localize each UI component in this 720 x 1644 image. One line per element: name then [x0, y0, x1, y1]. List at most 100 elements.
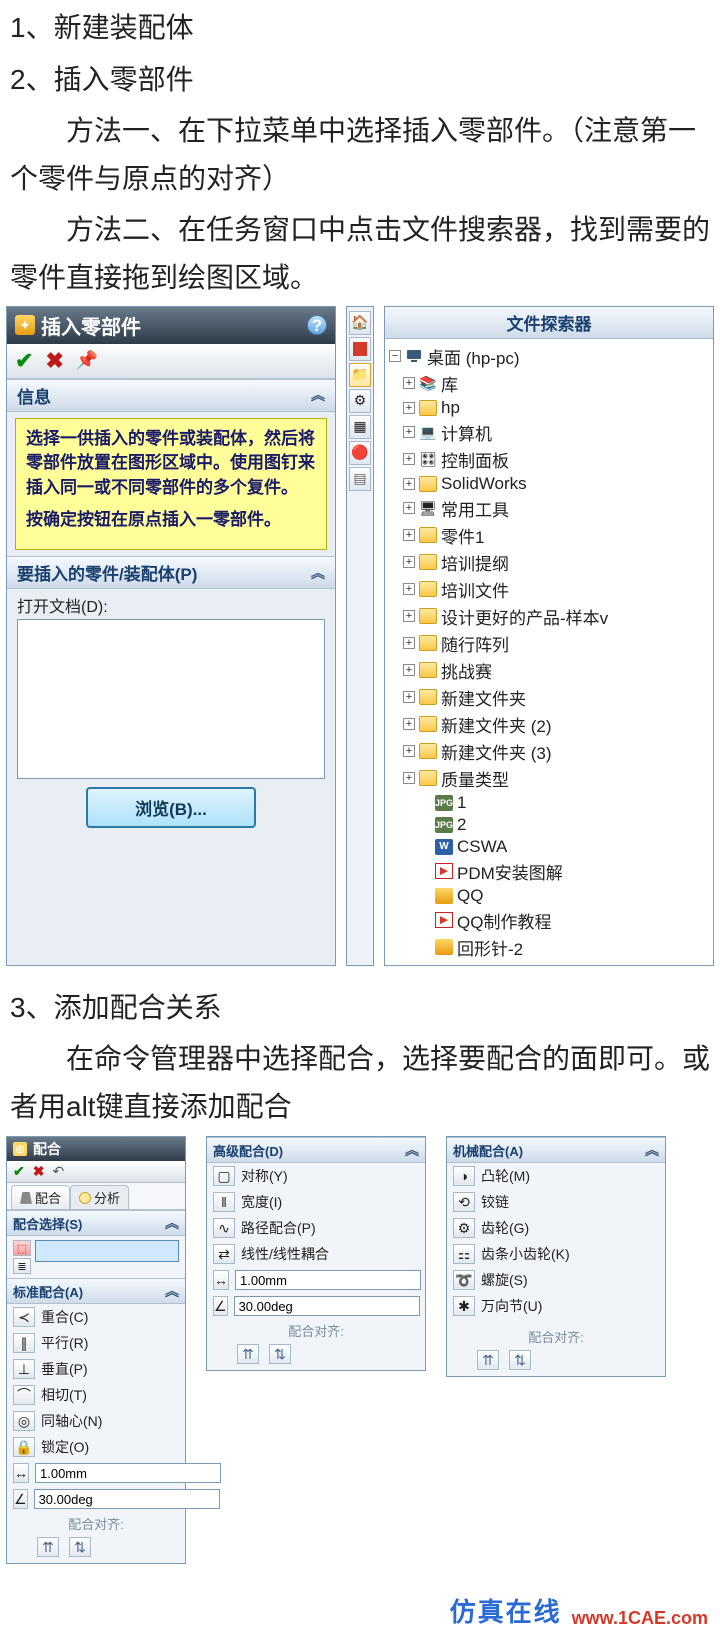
align-opposite-icon[interactable]: ⇅	[269, 1344, 291, 1364]
folder-icon[interactable]: 📁	[349, 363, 371, 387]
expander-icon[interactable]: +	[403, 637, 415, 649]
mate-option[interactable]: ∥平行(R)	[7, 1330, 185, 1356]
advanced-mates-header[interactable]: 高级配合(D) ︽	[207, 1137, 425, 1163]
pin-icon[interactable]: 📌	[76, 350, 98, 371]
cancel-icon[interactable]: ✖	[45, 348, 63, 374]
tree-node[interactable]: +培训文件	[385, 576, 709, 603]
mechanical-mates-header[interactable]: 机械配合(A) ︽	[447, 1137, 665, 1163]
collapse-icon[interactable]: ︽	[311, 563, 325, 583]
custom-props-icon[interactable]: ▤	[349, 467, 371, 491]
expander-icon[interactable]: +	[403, 556, 415, 568]
mate-option[interactable]: ✱万向节(U)	[447, 1293, 665, 1319]
tab-analysis[interactable]: 分析	[70, 1185, 129, 1209]
view-palette-icon[interactable]: ▦	[349, 415, 371, 439]
tree-node[interactable]: +挑战赛	[385, 657, 709, 684]
tree-node[interactable]: +🎛控制面板	[385, 446, 709, 473]
tree-node[interactable]: +新建文件夹 (2)	[385, 711, 709, 738]
tree-node[interactable]: +📚库	[385, 370, 709, 397]
tree-root[interactable]: − 桌面 (hp-pc)	[385, 343, 709, 370]
parts-section-header[interactable]: 要插入的零件/装配体(P) ︽	[7, 556, 335, 589]
align-same-icon[interactable]: ⇈	[37, 1537, 59, 1557]
tree-node[interactable]: +设计更好的产品-样本v	[385, 603, 709, 630]
expander-icon[interactable]: +	[403, 664, 415, 676]
expander-icon[interactable]: +	[403, 610, 415, 622]
tree-node[interactable]: +SolidWorks	[385, 473, 709, 495]
angle-input[interactable]	[34, 1489, 220, 1509]
mate-option[interactable]: ◎同轴心(N)	[7, 1408, 185, 1434]
expander-icon[interactable]: +	[403, 426, 415, 438]
appearances-icon[interactable]: 🔴	[349, 441, 371, 465]
tree-node[interactable]: +hp	[385, 397, 709, 419]
align-same-icon[interactable]: ⇈	[237, 1344, 259, 1364]
collapse-icon[interactable]: ︽	[311, 385, 325, 405]
document-list[interactable]	[17, 619, 325, 779]
distance-input[interactable]	[235, 1270, 421, 1290]
expander-icon[interactable]: +	[403, 402, 415, 414]
mate-option[interactable]: 🔒锁定(O)	[7, 1434, 185, 1460]
mate-option[interactable]: ⟲铰链	[447, 1189, 665, 1215]
tab-mate[interactable]: 配合	[11, 1185, 70, 1209]
mate-option[interactable]: ➰螺旋(S)	[447, 1267, 665, 1293]
tree-node[interactable]: +随行阵列	[385, 630, 709, 657]
help-icon[interactable]: ?	[307, 315, 327, 335]
tree-node[interactable]: +💻计算机	[385, 419, 709, 446]
collapse-icon[interactable]: ︽	[165, 1213, 179, 1233]
undo-icon[interactable]: ↶	[52, 1163, 64, 1180]
sw-resources-icon[interactable]: ⚙	[349, 389, 371, 413]
tree-node[interactable]: +培训提纲	[385, 549, 709, 576]
tree-node[interactable]: +新建文件夹 (3)	[385, 738, 709, 765]
selection-list[interactable]	[35, 1240, 179, 1262]
entity-filter-icon[interactable]: ⬚	[13, 1240, 31, 1256]
align-same-icon[interactable]: ⇈	[477, 1350, 499, 1370]
expander-icon[interactable]: +	[403, 691, 415, 703]
mate-option[interactable]: ‖宽度(I)	[207, 1189, 425, 1215]
tree-node[interactable]: +质量类型	[385, 765, 709, 792]
collapse-icon[interactable]: ︽	[165, 1281, 179, 1301]
mate-option[interactable]: ⊥垂直(P)	[7, 1356, 185, 1382]
mate-option[interactable]: ⚏齿条小齿轮(K)	[447, 1241, 665, 1267]
info-section-header[interactable]: 信息 ︽	[7, 379, 335, 412]
standard-mates-header[interactable]: 标准配合(A) ︽	[7, 1278, 185, 1304]
mate-option[interactable]: ≺重合(C)	[7, 1304, 185, 1330]
expander-icon[interactable]: +	[403, 453, 415, 465]
angle-input[interactable]	[234, 1296, 420, 1316]
align-opposite-icon[interactable]: ⇅	[509, 1350, 531, 1370]
tree-node[interactable]: +JPG1	[385, 792, 709, 814]
distance-input[interactable]	[35, 1463, 221, 1483]
align-opposite-icon[interactable]: ⇅	[69, 1537, 91, 1557]
tree-node[interactable]: +零件1	[385, 522, 709, 549]
collapse-icon[interactable]: ︽	[645, 1140, 659, 1160]
expander-icon[interactable]: +	[403, 478, 415, 490]
expander-icon[interactable]: +	[403, 377, 415, 389]
expander-icon[interactable]: +	[403, 772, 415, 784]
tree-node[interactable]: +PDM安装图解	[385, 858, 709, 885]
mate-option[interactable]: ∿路径配合(P)	[207, 1215, 425, 1241]
mate-selection-header[interactable]: 配合选择(S) ︽	[7, 1210, 185, 1236]
mate-option[interactable]: ◑凸轮(M)	[447, 1163, 665, 1189]
mate-option[interactable]: ⚙齿轮(G)	[447, 1215, 665, 1241]
tree-node[interactable]: +QQ	[385, 885, 709, 907]
solidworks-icon[interactable]	[349, 337, 371, 361]
ok-icon[interactable]: ✔	[15, 348, 33, 374]
collapse-icon[interactable]: ︽	[405, 1140, 419, 1160]
expander-icon[interactable]: +	[403, 745, 415, 757]
home-icon[interactable]: 🏠	[349, 311, 371, 335]
mate-option[interactable]: ▢对称(Y)	[207, 1163, 425, 1189]
browse-button[interactable]: 浏览(B)...	[86, 787, 256, 828]
cancel-icon[interactable]: ✖	[33, 1163, 45, 1180]
tree-node[interactable]: +WCSWA	[385, 836, 709, 858]
tree-node[interactable]: +新建文件夹	[385, 684, 709, 711]
tree-node[interactable]: +回形针-2	[385, 934, 709, 961]
expander-icon[interactable]: +	[403, 718, 415, 730]
tree-node[interactable]: +QQ制作教程	[385, 907, 709, 934]
ok-icon[interactable]: ✔	[13, 1163, 25, 1180]
tree-node[interactable]: +🖥常用工具	[385, 495, 709, 522]
expander-icon[interactable]: +	[403, 502, 415, 514]
expander-icon[interactable]: +	[403, 583, 415, 595]
expander-icon[interactable]: −	[389, 350, 401, 362]
mate-option[interactable]: ⇄线性/线性耦合	[207, 1241, 425, 1267]
expander-icon[interactable]: +	[403, 529, 415, 541]
multi-mate-icon[interactable]: ≣	[13, 1258, 31, 1274]
tree-node[interactable]: +JPG2	[385, 814, 709, 836]
mate-option[interactable]: ⌒相切(T)	[7, 1382, 185, 1408]
